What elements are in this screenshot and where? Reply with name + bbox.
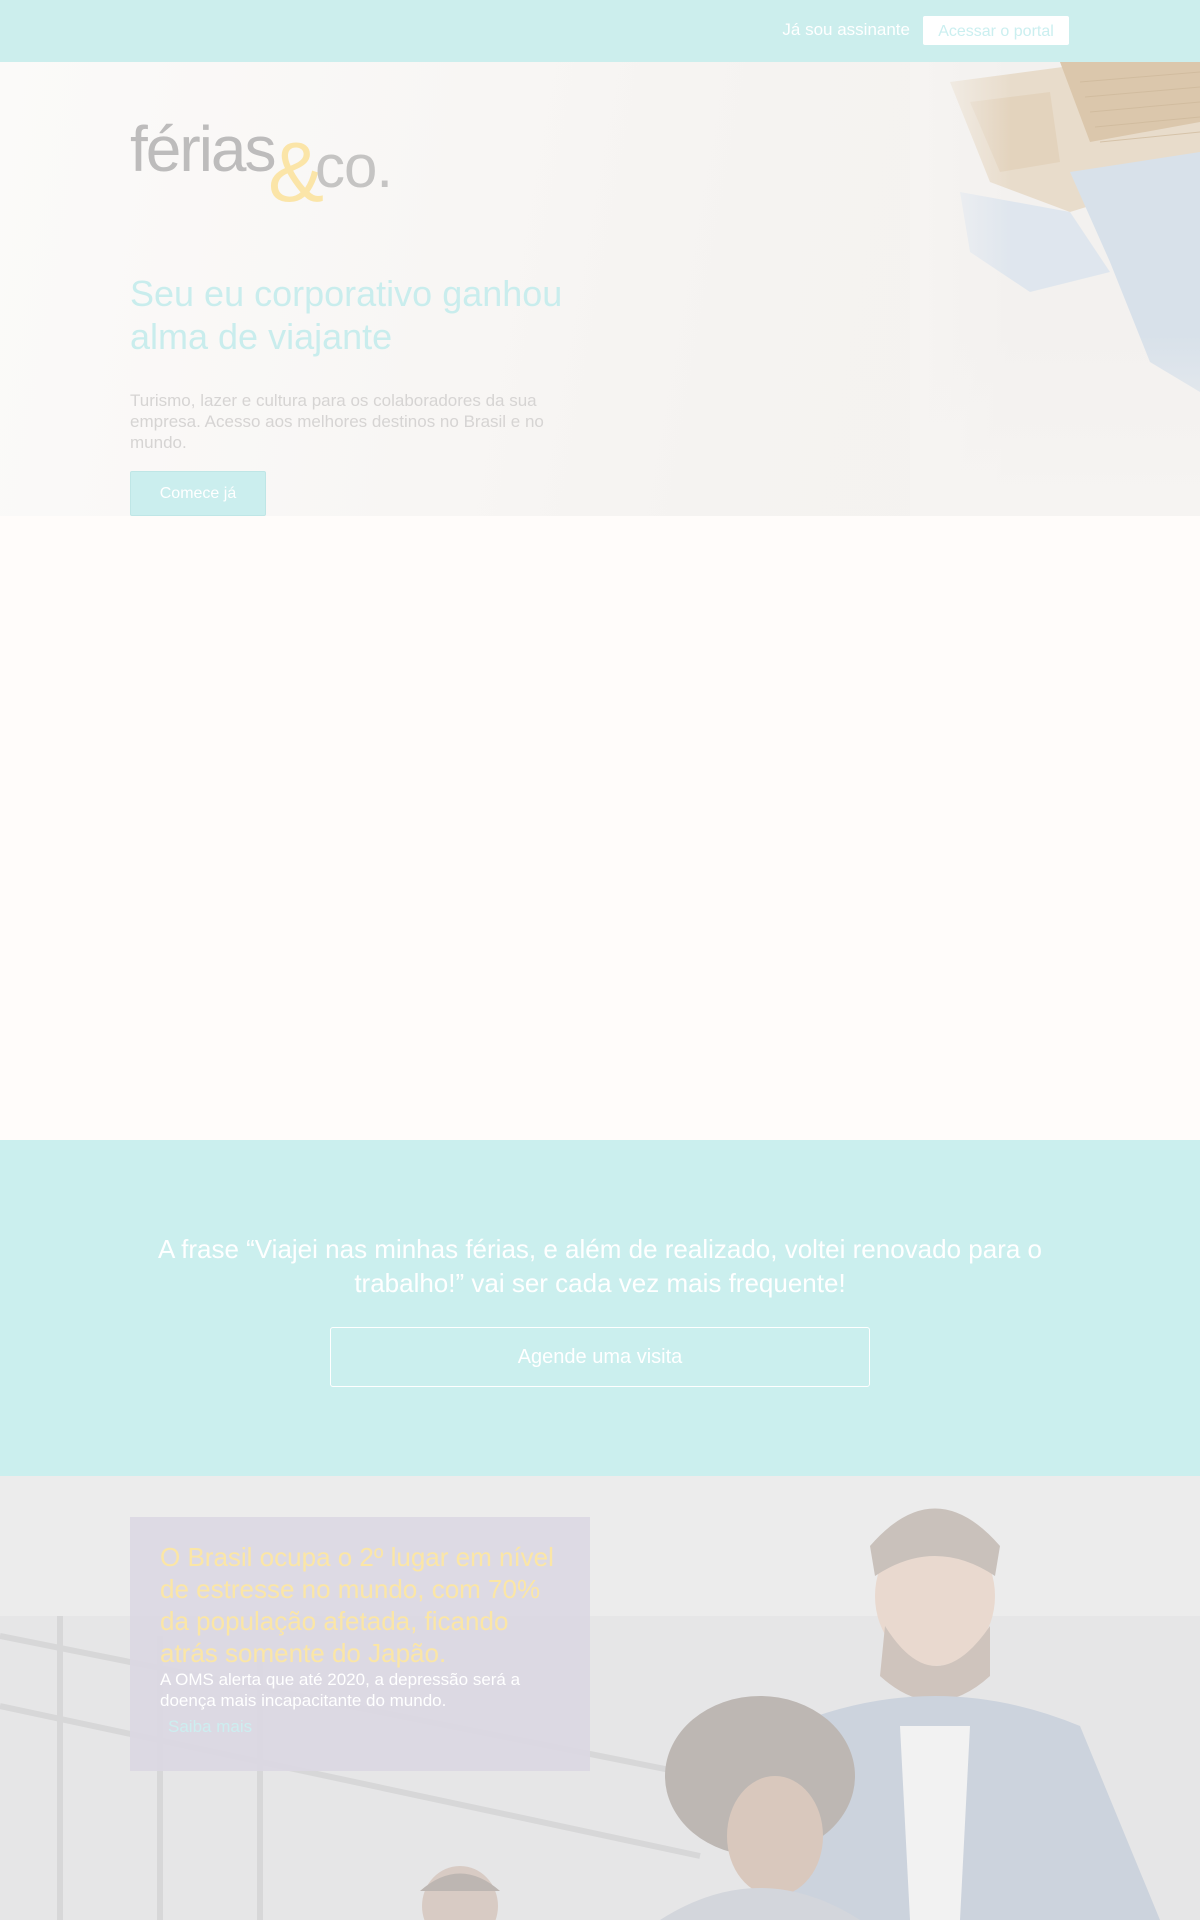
hero-title: Seu eu corporativo ganhou alma de viajan… xyxy=(130,273,563,357)
quote-section: A frase “Viajei nas minhas férias, e alé… xyxy=(0,1140,1200,1476)
get-started-button[interactable]: Comece já xyxy=(130,471,266,516)
subscriber-label: Já sou assinante xyxy=(782,20,910,39)
stat-title: O Brasil ocupa o 2º lugar em nível de es… xyxy=(160,1542,554,1668)
hero-photo xyxy=(910,62,1200,516)
hero-section: férias & co. Seu eu corporativo ganhou a… xyxy=(0,62,1200,516)
access-portal-button[interactable]: Acessar o portal xyxy=(923,16,1069,45)
logo-text-ferias: férias xyxy=(130,113,276,185)
stat-description: A OMS alerta que até 2020, a depressão s… xyxy=(160,1670,521,1710)
top-bar: Já sou assinante Acessar o portal xyxy=(0,0,1200,62)
stress-stats-section: O Brasil ocupa o 2º lugar em nível de es… xyxy=(0,1476,1200,1920)
stat-card: O Brasil ocupa o 2º lugar em nível de es… xyxy=(130,1517,590,1771)
learn-more-link[interactable]: Saiba mais xyxy=(168,1717,252,1737)
brand-logo[interactable]: férias & co. xyxy=(130,112,400,219)
schedule-visit-button[interactable]: Agende uma visita xyxy=(330,1327,870,1387)
quote-text: A frase “Viajei nas minhas férias, e alé… xyxy=(157,1234,1042,1298)
hero-description: Turismo, lazer e cultura para os colabor… xyxy=(130,391,544,452)
logo-text-co: co. xyxy=(315,133,393,200)
